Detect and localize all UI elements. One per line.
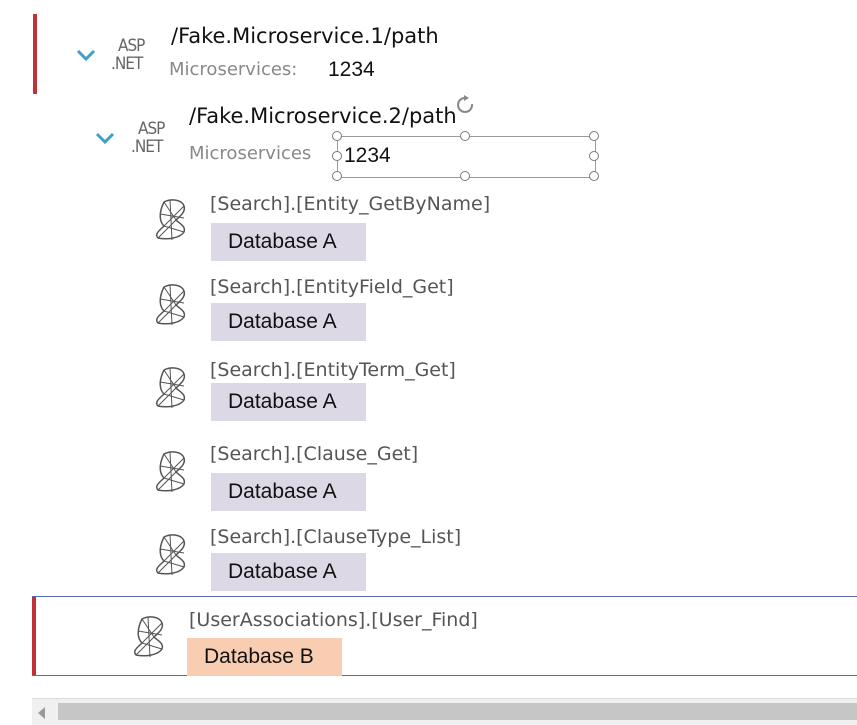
chevron-down-icon[interactable] [95,131,115,145]
database-tag: Database A [211,473,366,511]
procedure-name: [Search].[Clause_Get] [210,443,419,465]
service-port[interactable]: 1234 [326,58,377,82]
sql-server-icon [155,284,186,326]
resize-handle[interactable] [589,131,599,141]
service-subtitle: Microservices [189,143,312,164]
scrollbar-thumb[interactable] [58,703,857,720]
resize-handle[interactable] [332,171,342,181]
service-subtitle: Microservices: [169,59,298,80]
database-tag: Database A [211,223,366,261]
service-port[interactable]: 1234 [342,144,393,168]
sql-server-icon [155,534,186,576]
selected-accent-bar [33,14,37,94]
procedure-name: [Search].[ClauseType_List] [210,526,462,548]
procedure-name: [Search].[EntityField_Get] [210,276,454,298]
procedure-name: [Search].[Entity_GetByName] [210,193,491,215]
procedure-name: [Search].[EntityTerm_Get] [210,359,456,381]
database-tag: Database A [211,303,366,341]
chevron-down-icon[interactable] [76,48,96,62]
sql-server-icon [155,199,186,241]
procedure-name: [UserAssociations].[User_Find] [189,609,478,631]
horizontal-scrollbar[interactable] [32,698,857,725]
resize-handle[interactable] [589,151,599,161]
sql-server-icon [133,616,164,658]
resize-handle[interactable] [460,131,470,141]
database-tag: Database B [187,638,342,676]
aspnet-icon: ASP .NET [111,36,145,74]
resize-handle[interactable] [460,171,470,181]
scroll-left-arrow-icon[interactable] [38,707,45,719]
resize-handle[interactable] [332,151,342,161]
resize-handle[interactable] [332,131,342,141]
database-tag: Database A [211,553,366,591]
rotate-handle-icon[interactable] [455,95,477,115]
service-path: /Fake.Microservice.2/path [189,104,457,128]
aspnet-icon: ASP .NET [131,119,165,157]
service-path: /Fake.Microservice.1/path [171,24,439,48]
sql-server-icon [155,367,186,409]
resize-handle[interactable] [589,171,599,181]
database-tag: Database A [211,383,366,421]
sql-server-icon [155,451,186,493]
